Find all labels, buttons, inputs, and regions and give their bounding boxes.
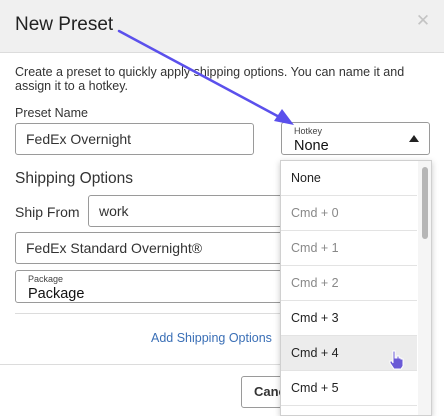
footer-divider xyxy=(0,364,290,365)
preset-name-value: FedEx Overnight xyxy=(26,131,132,147)
close-icon[interactable]: ✕ xyxy=(412,10,434,32)
hotkey-select[interactable]: Hotkey None xyxy=(281,122,430,155)
service-select[interactable]: FedEx Standard Overnight® xyxy=(15,232,290,264)
section-divider xyxy=(15,313,290,314)
preset-name-input[interactable]: FedEx Overnight xyxy=(15,123,254,155)
hotkey-dropdown: None Cmd + 0 Cmd + 1 Cmd + 2 Cmd + 3 Cmd… xyxy=(280,160,432,416)
hotkey-option-cmd-2[interactable]: Cmd + 2 xyxy=(281,266,417,301)
add-shipping-options-link[interactable]: Add Shipping Options xyxy=(151,331,272,345)
ship-from-label: Ship From xyxy=(15,204,80,220)
package-value: Package xyxy=(28,286,85,302)
ship-from-value: work xyxy=(99,203,129,219)
caret-up-icon xyxy=(409,135,419,142)
scrollbar-thumb[interactable] xyxy=(422,167,428,239)
hotkey-option-cmd-4[interactable]: Cmd + 4 xyxy=(281,336,417,371)
preset-name-label: Preset Name xyxy=(15,106,88,120)
hotkey-option-cmd-1[interactable]: Cmd + 1 xyxy=(281,231,417,266)
service-value: FedEx Standard Overnight® xyxy=(26,240,203,256)
new-preset-modal: New Preset ✕ Create a preset to quickly … xyxy=(0,0,444,416)
hotkey-option-none[interactable]: None xyxy=(281,161,417,196)
dropdown-scrollbar[interactable] xyxy=(418,161,431,415)
hotkey-label: Hotkey xyxy=(294,126,323,136)
shipping-options-title: Shipping Options xyxy=(15,170,134,187)
hotkey-option-cmd-0[interactable]: Cmd + 0 xyxy=(281,196,417,231)
hotkey-option-cmd-5[interactable]: Cmd + 5 xyxy=(281,371,417,406)
modal-title: New Preset xyxy=(15,14,114,35)
ship-from-select[interactable]: work xyxy=(88,195,290,227)
hotkey-selected-value: None xyxy=(294,138,329,154)
hotkey-option-cmd-3[interactable]: Cmd + 3 xyxy=(281,301,417,336)
modal-header: New Preset ✕ xyxy=(0,0,444,53)
modal-description: Create a preset to quickly apply shippin… xyxy=(15,65,405,93)
package-select[interactable]: Package Package xyxy=(15,270,290,303)
package-label: Package xyxy=(28,274,64,284)
